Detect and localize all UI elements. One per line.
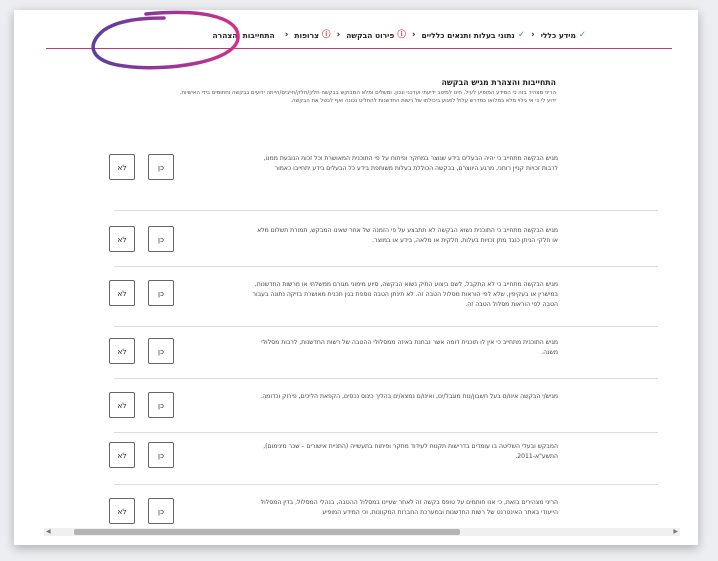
step-label: מידע כללי <box>540 30 576 40</box>
question-text: מגיש הבקשה מתחייב כי לא התקבל, לשם ביצוע… <box>252 281 558 308</box>
chevron-left-icon: ‹ <box>411 30 416 40</box>
row-divider <box>114 210 658 211</box>
yes-button[interactable]: כן <box>148 280 174 306</box>
chevron-left-icon: ‹ <box>284 30 289 40</box>
section-description: הריני מצהיר בזה כי המידע המופיע לעיל, חי… <box>179 90 556 105</box>
question-text: מגיש הבקשה מתחייב כי התוכנית נשוא הבקשה … <box>257 227 558 244</box>
check-circle-icon: ✓︎ <box>578 29 586 40</box>
scroll-left-icon[interactable]: ◀︎ <box>46 528 51 536</box>
question-text: מגיש הבקשה מתחייב כי יהיה הבעלים בידע שנ… <box>263 155 558 172</box>
alert-circle-icon: ⓘ <box>322 29 331 40</box>
step-declaration[interactable]: התחייבות והצהרה <box>213 31 275 40</box>
question-text: מגיש התוכנית מתחייב כי אין לו תוכנית דומ… <box>261 339 558 356</box>
question-text: מגיש/י הבקשה אינו/ם בעל חשבון/נות מוגבל/… <box>260 393 558 400</box>
alert-circle-icon: ⓘ <box>397 29 406 40</box>
row-divider <box>114 326 658 327</box>
yes-button[interactable]: כן <box>148 498 174 524</box>
question-text: המבקש ובעלי השליטה בו עומדים בדרישות תקנ… <box>263 443 558 460</box>
yes-button[interactable]: כן <box>148 338 174 364</box>
no-button[interactable]: לא <box>109 226 135 252</box>
page-sheet: ✓︎ מידע כללי ‹ ✓︎ נתוני בעלות ותנאים כלל… <box>14 10 698 545</box>
no-button[interactable]: לא <box>109 392 135 418</box>
no-button[interactable]: לא <box>109 442 135 468</box>
row-divider <box>114 378 658 379</box>
no-button[interactable]: לא <box>109 498 135 524</box>
stepper-underline <box>46 48 672 49</box>
row-divider <box>114 432 658 433</box>
scrollbar-thumb[interactable] <box>74 529 460 535</box>
step-label: התחייבות והצהרה <box>212 30 275 40</box>
no-button[interactable]: לא <box>109 338 135 364</box>
scroll-right-icon[interactable]: ▶︎ <box>673 528 678 536</box>
horizontal-scrollbar[interactable]: ◀︎ ▶︎ <box>44 528 680 536</box>
chevron-left-icon: ‹ <box>336 30 341 40</box>
row-divider <box>114 266 658 267</box>
yes-button[interactable]: כן <box>148 442 174 468</box>
step-request-details[interactable]: ⓘ פירוט הבקשה <box>346 31 406 40</box>
progress-stepper: ✓︎ מידע כללי ‹ ✓︎ נתוני בעלות ותנאים כלל… <box>110 18 586 52</box>
step-attachments[interactable]: ⓘ צרופות <box>294 31 330 40</box>
no-button[interactable]: לא <box>109 154 135 180</box>
step-general-info[interactable]: ✓︎ מידע כללי <box>541 31 586 40</box>
chevron-left-icon: ‹ <box>530 30 535 40</box>
question-text: הריני מצהירים בזאת, כי אנו חותמים על טופ… <box>260 499 558 516</box>
yes-button[interactable]: כן <box>148 226 174 252</box>
step-ownership[interactable]: ✓︎ נתוני בעלות ותנאים כלליים <box>422 31 525 40</box>
no-button[interactable]: לא <box>109 280 135 306</box>
yes-button[interactable]: כן <box>148 154 174 180</box>
step-label: נתוני בעלות ותנאים כלליים <box>421 30 515 40</box>
check-circle-icon: ✓︎ <box>517 29 525 40</box>
step-label: צרופות <box>294 30 320 40</box>
section-title: התחייבות והצהרת מגיש הבקשה <box>441 78 557 87</box>
form-content: התחייבות והצהרת מגיש הבקשה הריני מצהיר ב… <box>14 70 698 528</box>
yes-button[interactable]: כן <box>148 392 174 418</box>
row-divider <box>114 484 658 485</box>
step-label: פירוט הבקשה <box>346 30 395 40</box>
